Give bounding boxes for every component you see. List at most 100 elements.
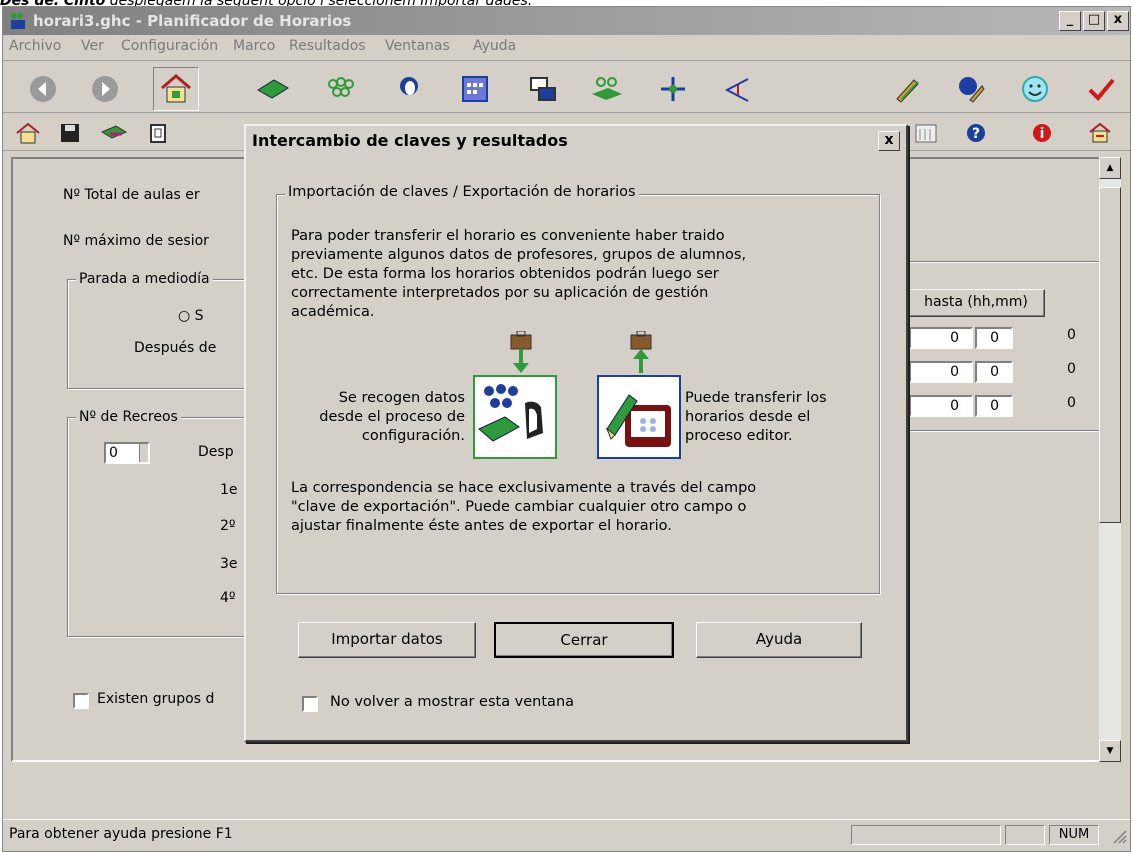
dont-show-again-checkbox[interactable] (302, 696, 318, 712)
scroll-down-icon[interactable]: ▼ (1099, 740, 1121, 762)
dialog-title: Intercambio de claves y resultados (246, 126, 906, 156)
info-button[interactable]: i (1027, 119, 1057, 147)
status-pane (851, 825, 1001, 845)
dont-show-again-label: No volver a mostrar esta ventana (330, 694, 575, 710)
import-export-group-title: Importación de claves / Exportación de h… (285, 184, 639, 200)
briefcase-down-icon (510, 330, 532, 373)
hasta-minute-field[interactable]: 0 (975, 395, 1013, 417)
calendar-button[interactable] (911, 119, 941, 147)
info-icon: i (1033, 124, 1051, 142)
students-group-icon (328, 77, 354, 97)
vertical-scrollbar[interactable]: ▲ ▼ (1099, 157, 1121, 762)
status-pane (1005, 825, 1045, 845)
distribute-icon (661, 77, 685, 101)
recreo-row-label: 1e (220, 482, 238, 498)
recreo-row-label: 2º (220, 518, 236, 534)
house-exit-icon (1089, 122, 1111, 143)
pencil-tool-button[interactable] (887, 69, 927, 109)
teacher-tool-button[interactable] (389, 69, 429, 109)
book-tool-button[interactable] (253, 69, 293, 109)
scroll-up-icon[interactable]: ▲ (1099, 157, 1121, 179)
title-bar: horari3.ghc - Planificador de Horarios _… (3, 7, 1130, 35)
classes-tool-button[interactable] (587, 69, 627, 109)
intro-text: Para poder transferir el horario es conv… (291, 228, 747, 320)
chart-icon (724, 78, 749, 102)
recreos-desp-label: Desp (198, 444, 234, 460)
user-edit-button[interactable] (951, 69, 991, 109)
row-extra-value: 0 (1067, 361, 1076, 377)
students-book-icon (478, 384, 543, 442)
home-icon (161, 74, 191, 103)
calendar-tool-button[interactable] (455, 69, 495, 109)
close-button[interactable]: x (1107, 11, 1129, 31)
hasta-minute-field[interactable]: 0 (975, 327, 1013, 349)
windows-icon (530, 77, 556, 101)
import-arrow (507, 330, 535, 379)
hasta-hour-field[interactable]: 0 (909, 361, 973, 383)
maximize-button[interactable]: □ (1083, 11, 1105, 31)
floppy-disk-icon (61, 124, 79, 142)
export-button[interactable] (99, 119, 129, 147)
smiley-button[interactable] (1015, 69, 1055, 109)
dialog-close-button[interactable]: x (878, 131, 900, 151)
minimize-button[interactable]: _ (1059, 11, 1081, 31)
svg-text:?: ? (972, 126, 980, 142)
parada-group-title: Parada a mediodía (76, 271, 213, 287)
pencil-timetable-icon (605, 394, 671, 447)
timetable-icon (462, 76, 488, 102)
total-aulas-label: Nº Total de aulas er (63, 187, 200, 203)
recreos-group-title: Nº de Recreos (76, 409, 181, 425)
recreos-spinner[interactable]: 0 (104, 442, 150, 464)
calendar-icon (915, 124, 937, 143)
menu-ventanas[interactable]: Ventanas (385, 38, 450, 54)
forward-button[interactable] (87, 71, 123, 107)
back-button[interactable] (25, 71, 61, 107)
groups-tool-button[interactable] (321, 69, 361, 109)
exit-house-button[interactable] (1085, 119, 1115, 147)
grupos-checkbox-label: Existen grupos d (97, 691, 215, 707)
teacher-icon (400, 77, 418, 95)
hasta-minute-field[interactable]: 0 (975, 361, 1013, 383)
export-arrow (627, 330, 655, 379)
menu-ver[interactable]: Ver (81, 38, 104, 54)
chart-tool-button[interactable] (717, 69, 757, 109)
house-open-icon (16, 122, 40, 144)
clipboard-button[interactable] (143, 119, 173, 147)
user-edit-icon (959, 77, 985, 103)
help-button[interactable]: ? (961, 119, 991, 147)
menu-marco[interactable]: Marco (233, 38, 275, 54)
save-button[interactable] (55, 119, 85, 147)
hasta-hour-field[interactable]: 0 (909, 395, 973, 417)
export-arrow-icon (100, 125, 128, 139)
num-lock-indicator: NUM (1049, 825, 1099, 845)
parada-radio[interactable]: ○ S (178, 308, 204, 324)
checkmark-icon (1088, 78, 1115, 101)
classroom-icon (592, 77, 622, 100)
windows-tool-button[interactable] (523, 69, 563, 109)
app-icon (11, 13, 25, 29)
validate-button[interactable] (1081, 69, 1121, 109)
pencil-icon (896, 79, 919, 103)
menu-resultados[interactable]: Resultados (289, 38, 366, 54)
grupos-checkbox[interactable] (73, 693, 89, 709)
hasta-header-button[interactable]: hasta (hh,mm) (907, 289, 1045, 317)
scroll-thumb[interactable] (1099, 187, 1121, 523)
hasta-hour-field[interactable]: 0 (909, 327, 973, 349)
import-data-button[interactable]: Importar datos (298, 622, 476, 658)
close-dialog-button[interactable]: Cerrar (494, 622, 674, 658)
row-extra-value: 0 (1067, 327, 1076, 343)
import-export-group: Importación de claves / Exportación de h… (276, 184, 880, 594)
help-question-icon: ? (967, 124, 985, 142)
open-house-button[interactable] (13, 119, 43, 147)
config-process-text: Se recogen datos desde el proceso de con… (319, 390, 465, 444)
menu-ayuda[interactable]: Ayuda (473, 38, 516, 54)
home-button[interactable] (153, 67, 199, 111)
editor-process-icon (597, 375, 681, 459)
resize-grip-icon[interactable] (1111, 828, 1127, 844)
menu-archivo[interactable]: Archivo (9, 38, 61, 54)
despues-label: Después de (134, 340, 217, 356)
distribute-tool-button[interactable] (653, 69, 693, 109)
menu-configuracion[interactable]: Configuración (121, 38, 218, 54)
help-dialog-button[interactable]: Ayuda (696, 622, 862, 658)
forward-arrow-icon (92, 76, 118, 102)
